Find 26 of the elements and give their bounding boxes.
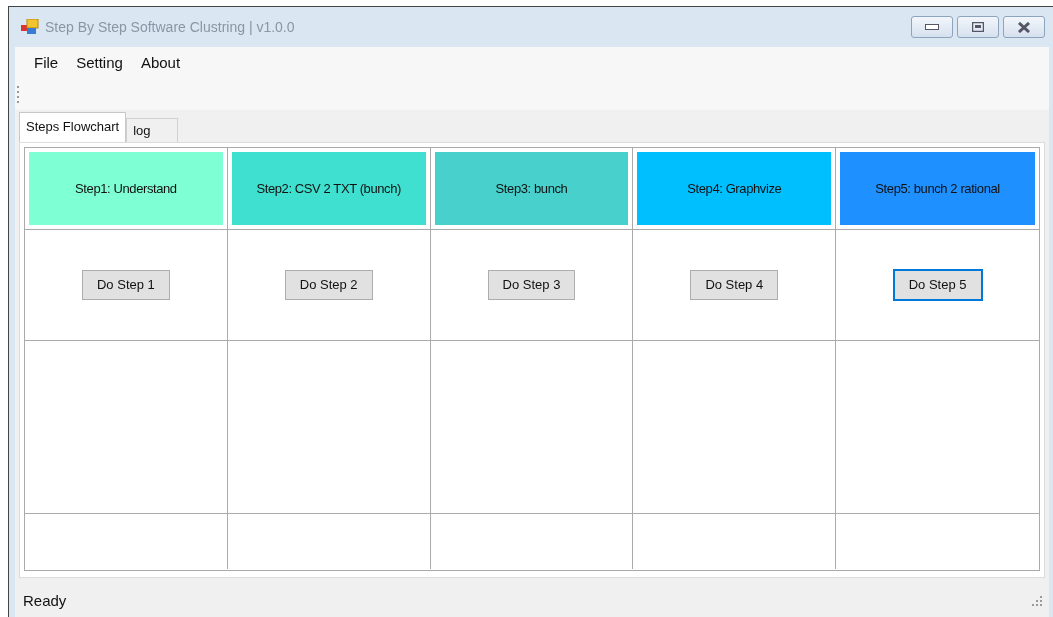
step-button[interactable]: Do Step 5: [892, 269, 983, 301]
step-button[interactable]: Do Step 3: [487, 270, 576, 300]
menu-item[interactable]: About: [131, 50, 190, 77]
step-label: Step2: CSV 2 TXT (bunch): [231, 152, 426, 225]
maximize-icon: [972, 22, 984, 32]
step-label: Step1: Understand: [29, 152, 223, 225]
step-label: Step3: bunch: [434, 152, 629, 225]
step-label: Step5: bunch 2 rational: [840, 152, 1035, 225]
menu-item[interactable]: File: [25, 50, 68, 77]
close-button[interactable]: [1003, 16, 1045, 38]
app-icon: [21, 19, 39, 35]
step-button[interactable]: Do Step 1: [82, 270, 170, 300]
step-button[interactable]: Do Step 4: [690, 270, 779, 300]
window-title: Step By Step Software Clustring | v1.0.0: [45, 17, 295, 37]
step-label: Step4: Graphvize: [637, 152, 832, 225]
minimize-icon: [925, 24, 939, 30]
minimize-button[interactable]: [911, 16, 953, 38]
tab[interactable]: log: [126, 118, 179, 142]
resize-grip-icon[interactable]: [1032, 595, 1043, 607]
step-button[interactable]: Do Step 2: [284, 270, 373, 300]
maximize-button[interactable]: [957, 16, 999, 38]
toolbar-grip-icon[interactable]: [17, 85, 20, 105]
tab[interactable]: Steps Flowchart: [19, 111, 127, 142]
close-icon: [1017, 21, 1031, 33]
menu-item[interactable]: Setting: [67, 50, 132, 77]
status-text: Ready: [23, 590, 67, 611]
